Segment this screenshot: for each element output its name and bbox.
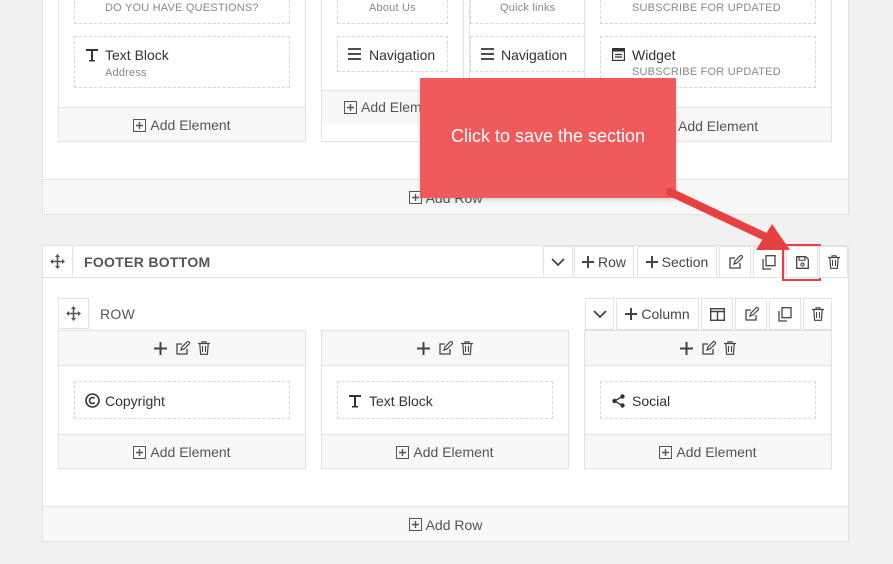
element-sub: SUBSCRIBE FOR UPDATED <box>632 66 781 78</box>
element-previous[interactable]: DO YOU HAVE QUESTIONS? <box>74 0 290 24</box>
plus-icon <box>581 256 594 268</box>
add-row-button-label: Row <box>597 254 626 270</box>
add-row-label: Add Row <box>425 516 483 533</box>
element-label: Widget <box>632 47 676 63</box>
copyright-icon <box>85 393 100 408</box>
trash-icon[interactable] <box>461 341 473 355</box>
add-plus-icon[interactable] <box>680 341 693 355</box>
add-element-bar[interactable]: Add Element <box>585 434 831 468</box>
plus-square-icon <box>408 518 422 531</box>
callout-arrow-icon <box>666 188 790 250</box>
add-plus-icon[interactable] <box>154 341 167 355</box>
element-label: Navigation <box>369 47 436 63</box>
chevron-down-icon <box>551 257 565 267</box>
move-icon <box>50 254 65 269</box>
text-icon <box>348 393 362 409</box>
add-row-button[interactable]: Row <box>574 246 634 278</box>
element-previous[interactable]: About Us <box>337 0 448 24</box>
plus-icon <box>625 308 638 320</box>
plus-square-icon <box>396 445 410 459</box>
section-delete-button[interactable] <box>819 246 848 278</box>
trash-icon[interactable] <box>724 341 736 355</box>
chevron-down-icon <box>592 309 607 319</box>
move-icon <box>66 306 81 321</box>
columns-layout-icon <box>709 307 725 321</box>
element-label: Copyright <box>105 393 165 409</box>
column-toolbar <box>585 331 831 366</box>
section-title: FOOTER BOTTOM <box>84 254 211 270</box>
row-duplicate-button[interactable] <box>769 298 801 330</box>
edit-icon[interactable] <box>438 340 453 356</box>
add-element-bar[interactable]: Add Element <box>322 434 568 468</box>
section-move-handle[interactable] <box>42 245 73 278</box>
menu-icon <box>481 48 494 60</box>
row-collapse-button[interactable] <box>585 298 614 330</box>
element-navigation[interactable]: Navigation <box>337 36 448 72</box>
copy-icon <box>778 306 792 322</box>
add-element-label: Add Element <box>676 444 757 460</box>
add-element-bar[interactable]: Add Element <box>59 434 305 468</box>
element-label: Social <box>632 393 671 409</box>
add-plus-icon[interactable] <box>417 341 430 355</box>
element-copyright[interactable]: Copyright <box>74 381 290 419</box>
share-icon <box>612 394 625 408</box>
element-social[interactable]: Social <box>600 381 816 419</box>
element-navigation[interactable]: Navigation <box>470 36 585 72</box>
plus-square-icon <box>659 445 673 459</box>
column-toolbar <box>322 331 568 366</box>
plus-icon <box>645 256 658 268</box>
plus-square-icon <box>344 100 357 114</box>
section-collapse-button[interactable] <box>543 246 573 278</box>
element-previous[interactable]: Quick links <box>470 0 585 24</box>
element-previous-sub: Quick links <box>500 2 556 14</box>
add-row-bar[interactable]: Add Row <box>43 506 848 541</box>
add-element-label: Add Element <box>413 444 494 460</box>
text-icon <box>85 47 99 63</box>
add-column-button[interactable]: Column <box>616 298 699 330</box>
row-edit-button[interactable] <box>735 298 767 330</box>
element-previous[interactable]: SUBSCRIBE FOR UPDATED <box>600 0 816 24</box>
plus-square-icon <box>133 445 147 459</box>
element-text-block[interactable]: Text Block <box>337 381 553 419</box>
add-column-button-label: Column <box>641 306 690 322</box>
row-layout-button[interactable] <box>701 298 733 330</box>
row-title: ROW <box>100 306 136 322</box>
widget-icon <box>612 48 625 61</box>
add-element-label: Add Element <box>150 117 231 133</box>
edit-icon[interactable] <box>175 340 190 356</box>
element-previous-sub: About Us <box>369 2 416 14</box>
element-previous-sub: DO YOU HAVE QUESTIONS? <box>105 2 259 14</box>
add-element-label: Add Element <box>678 118 759 134</box>
column-toolbar <box>59 331 305 366</box>
element-label: Navigation <box>501 47 568 63</box>
edit-icon <box>744 306 759 322</box>
element-previous-sub: SUBSCRIBE FOR UPDATED <box>632 2 781 14</box>
add-element-bar[interactable]: Add Element <box>59 107 305 141</box>
tutorial-callout: Click to save the section <box>420 78 676 198</box>
element-label: Text Block <box>369 393 433 409</box>
edit-icon[interactable] <box>701 340 716 356</box>
row-delete-button[interactable] <box>803 298 832 330</box>
row-move-handle[interactable] <box>58 298 89 329</box>
add-element-label: Add Element <box>150 444 231 460</box>
trash-icon[interactable] <box>198 341 210 355</box>
element-sub: Address <box>105 67 147 79</box>
menu-icon <box>348 48 361 60</box>
trash-icon <box>811 307 824 321</box>
callout-text: Click to save the section <box>450 126 646 146</box>
plus-square-icon <box>133 118 147 132</box>
element-label: Text Block <box>105 47 169 63</box>
trash-icon <box>827 255 840 269</box>
element-text-block[interactable]: Text Block Address <box>74 36 290 88</box>
